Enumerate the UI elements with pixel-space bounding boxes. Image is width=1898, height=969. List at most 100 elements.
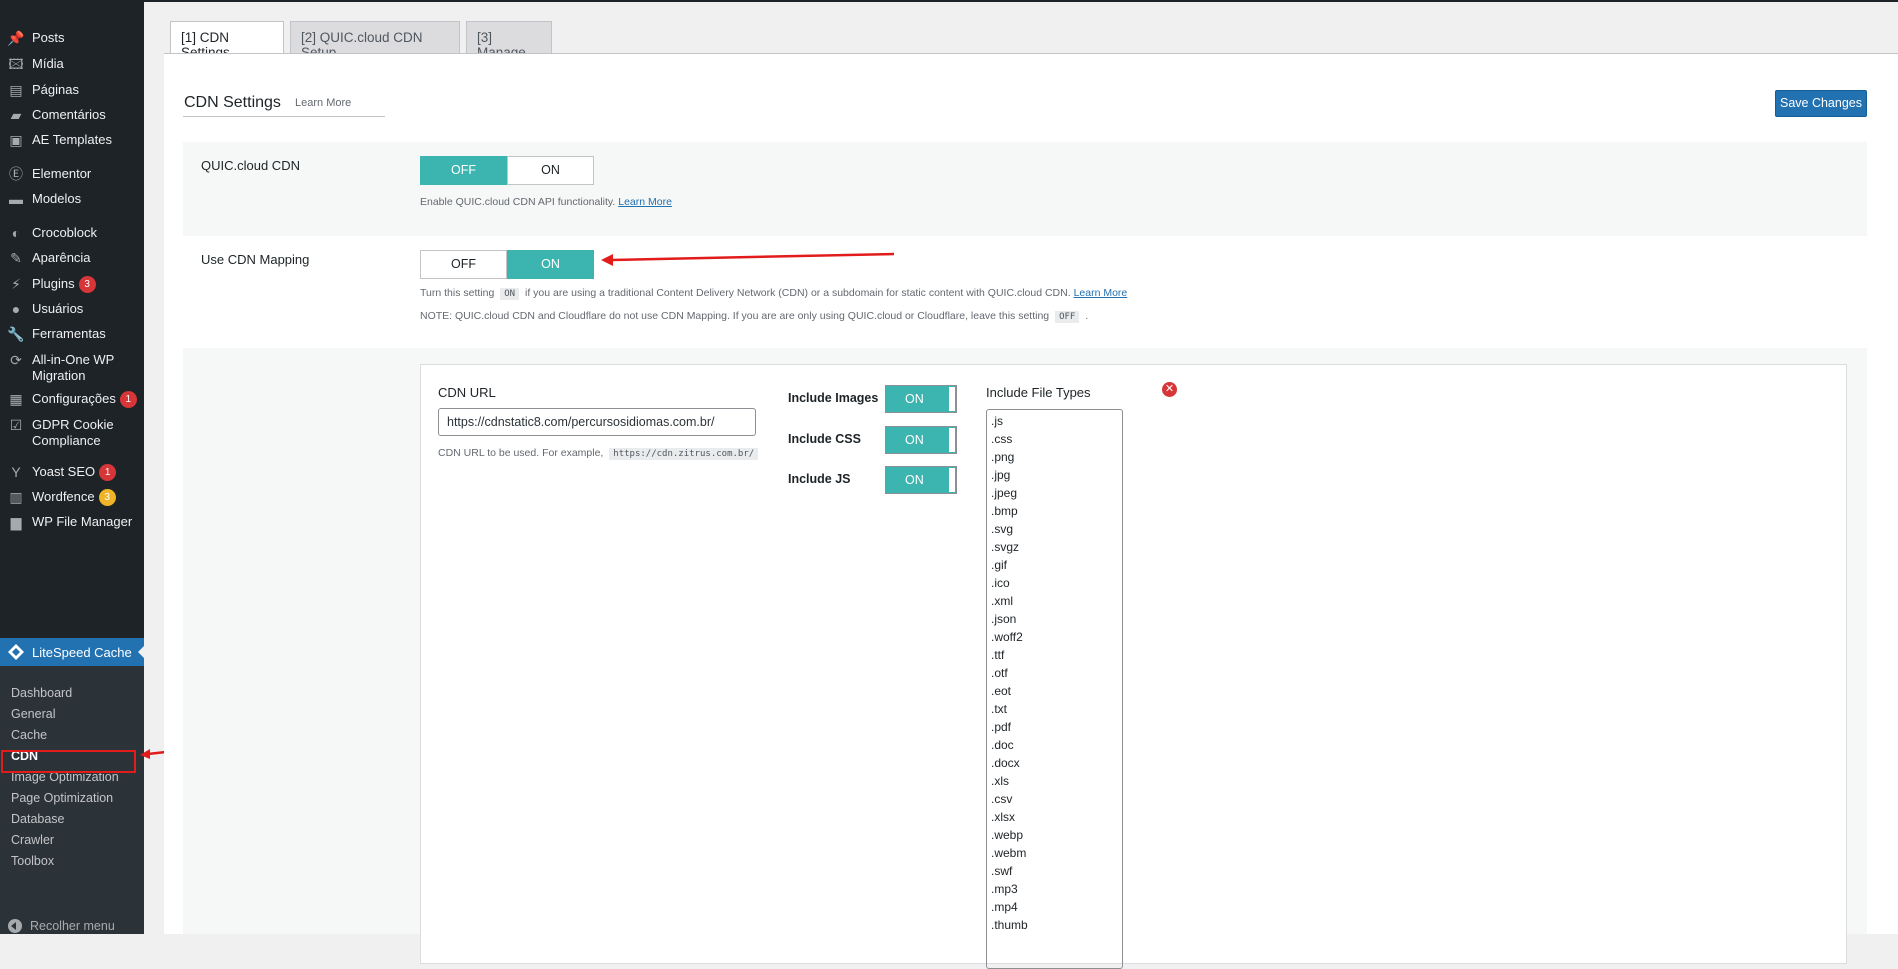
media-icon: 🖾 <box>8 56 24 72</box>
checkbox-icon: ☑ <box>9 417 23 433</box>
file-type-entry: .ico <box>991 576 1010 590</box>
main-content: [1] CDN Settings [2] QUIC.cloud CDN Setu… <box>144 0 1898 969</box>
sidebar-item-crocoblock[interactable]: ◐ Crocoblock <box>0 223 144 243</box>
annotation-arrow-mapping <box>601 252 895 266</box>
description-text: if you are using a traditional Content D… <box>525 287 1071 299</box>
code-on: ON <box>500 288 520 300</box>
toggle-off-option[interactable]: OFF <box>420 250 507 279</box>
include-css-toggle[interactable]: ON <box>885 426 957 454</box>
cdn-mapping-rule-box: CDN URL CDN URL to be used. For example,… <box>420 364 1847 969</box>
submenu-item-dashboard[interactable]: Dashboard <box>11 686 72 700</box>
learn-more-link[interactable]: Learn More <box>1074 287 1128 299</box>
submenu-item-toolbox[interactable]: Toolbox <box>11 854 54 868</box>
sidebar-item-label: Páginas <box>32 82 79 97</box>
sidebar-item-ferramentas[interactable]: 🔧 Ferramentas <box>0 324 144 344</box>
submenu-item-crawler[interactable]: Crawler <box>11 833 54 847</box>
help-text: CDN URL to be used. For example, <box>438 447 604 459</box>
sidebar-item-wordfence[interactable]: ▥ Wordfence 3 <box>0 487 144 507</box>
file-type-entry: .svg <box>991 522 1014 536</box>
cdn-mapping-note: NOTE: QUIC.cloud CDN and Cloudflare do n… <box>420 310 1088 323</box>
sidebar-item-plugins[interactable]: ⚡ Plugins 3 <box>0 274 144 294</box>
sidebar-item-usu-rios[interactable]: ● Usuários <box>0 299 144 319</box>
crocoblock-icon: ◐ <box>11 225 21 241</box>
sidebar-item-apar-ncia[interactable]: ✎ Aparência <box>0 248 144 268</box>
file-type-entry: .xlsx <box>991 810 1015 824</box>
note-text: . <box>1085 310 1089 322</box>
sidebar-item-m-dia[interactable]: 🖾 Mídia <box>0 54 144 74</box>
sidebar-item-label: Ferramentas <box>32 326 106 341</box>
collapse-icon <box>8 919 22 933</box>
update-count-badge: 3 <box>78 276 96 293</box>
tab-quic-cloud-setup[interactable]: [2] QUIC.cloud CDN Setup <box>290 21 460 60</box>
sidebar-item-yoast-seo[interactable]: Y Yoast SEO 1 <box>0 462 144 482</box>
submenu-item-general[interactable]: General <box>11 707 55 721</box>
cdn-url-example: https://cdn.zitrus.com.br/ <box>609 448 759 460</box>
litespeed-submenu: Dashboard General Cache CDN Image Optimizati… <box>0 666 144 934</box>
file-type-entry: .thumb <box>991 918 1028 932</box>
collapse-menu-button[interactable]: Recolher menu <box>8 919 115 933</box>
sidebar-item-label: Mídia <box>32 56 64 71</box>
sidebar-item-p-ginas[interactable]: ▤ Páginas <box>0 80 144 100</box>
sidebar-item-label: Comentários <box>32 107 106 122</box>
file-type-entry: .eot <box>991 684 1012 698</box>
file-type-entry: .xls <box>991 774 1009 788</box>
quic-cloud-cdn-toggle[interactable]: OFF ON <box>420 156 595 185</box>
sidebar-item-litespeed-cache[interactable]: LiteSpeed Cache <box>0 638 144 666</box>
sidebar-item-wp-file-manager[interactable]: ▆ WP File Manager <box>0 512 144 532</box>
description-text: Turn this setting <box>420 287 495 299</box>
include-images-toggle[interactable]: ON <box>885 385 957 413</box>
submenu-item-page-optimization[interactable]: Page Optimization <box>11 791 113 805</box>
note-text: NOTE: QUIC.cloud CDN and Cloudflare do n… <box>420 310 1050 322</box>
collapse-label: Recolher menu <box>30 919 115 933</box>
quic-cloud-cdn-row: QUIC.cloud CDN OFF ON Enable QUIC.cloud … <box>183 142 1867 236</box>
wrench-icon: 🔧 <box>7 326 25 342</box>
toggle-off-option[interactable]: OFF <box>420 156 507 185</box>
brush-icon: ✎ <box>10 250 22 266</box>
sidebar-item-label: Wordfence <box>32 489 95 504</box>
tab-manage[interactable]: [3] Manage <box>466 21 552 60</box>
sidebar-item-label: WP File Manager <box>32 514 133 529</box>
file-type-entry: .jpg <box>991 468 1011 482</box>
settings-icon: ▦ <box>9 391 23 407</box>
sidebar-item-configura-es[interactable]: ▦ Configurações 1 <box>0 389 144 409</box>
comment-icon: ▰ <box>10 107 22 123</box>
file-type-entry: .txt <box>991 702 1008 716</box>
include-js-toggle[interactable]: ON <box>885 466 957 494</box>
cdn-mapping-description: Turn this setting ON if you are using a … <box>420 287 1127 300</box>
sidebar-item-label: Usuários <box>32 301 84 316</box>
file-type-entry: .png <box>991 450 1015 464</box>
sidebar-item-gdpr-cookie-compliance[interactable]: ☑ GDPR Cookie Compliance <box>0 415 144 449</box>
template-icon: ▣ <box>9 132 23 148</box>
cdn-mapping-toggle[interactable]: OFF ON <box>420 250 595 279</box>
sidebar-item-elementor[interactable]: Ⓔ Elementor <box>0 164 144 184</box>
include-file-types-textarea[interactable]: .js .css .png .jpg .jpeg .bmp .svg .svgz .gif .ic… <box>986 409 1123 969</box>
litespeed-icon <box>6 642 26 662</box>
sidebar-item-posts[interactable]: 📌 Posts <box>0 28 144 48</box>
remove-mapping-icon[interactable]: ✕ <box>1162 382 1177 397</box>
sidebar-item-label: GDPR Cookie Compliance <box>32 417 114 448</box>
cdn-url-input[interactable] <box>438 408 756 436</box>
toggle-on-option[interactable]: ON <box>507 156 594 185</box>
sidebar-item-ae-templates[interactable]: ▣ AE Templates <box>0 130 144 150</box>
sidebar-item-label: Elementor <box>32 166 92 181</box>
settings-panel: CDN Settings Learn More Save Changes QUI… <box>164 54 1898 969</box>
submenu-item-cache[interactable]: Cache <box>11 728 47 742</box>
sidebar-item-coment-rios[interactable]: ▰ Comentários <box>0 105 144 125</box>
code-off: OFF <box>1055 311 1080 323</box>
save-changes-button[interactable]: Save Changes <box>1775 90 1867 117</box>
learn-more-link[interactable]: Learn More <box>618 196 672 208</box>
sidebar-item-label: Yoast SEO <box>32 464 96 479</box>
sidebar-item-label: Aparência <box>32 250 91 265</box>
sidebar-item-all-in-one-wp-migration[interactable]: ⟳ All-in-One WP Migration <box>0 350 144 384</box>
yoast-icon: Y <box>11 464 21 480</box>
file-type-entry: .webp <box>991 828 1024 842</box>
section-learn-more-link[interactable]: Learn More <box>295 97 351 109</box>
tab-cdn-settings[interactable]: [1] CDN Settings <box>170 21 284 60</box>
cdn-mapping-settings-row: CDN URL CDN URL to be used. For example,… <box>183 348 1867 969</box>
file-type-entry: .mp3 <box>991 882 1018 896</box>
submenu-item-database[interactable]: Database <box>11 812 65 826</box>
cdn-mapping-row: Use CDN Mapping OFF ON Turn this setting… <box>183 236 1867 336</box>
sidebar-item-modelos[interactable]: ▬ Modelos <box>0 189 144 209</box>
toggle-on-option[interactable]: ON <box>507 250 594 279</box>
description-text: Enable QUIC.cloud CDN API functionality. <box>420 196 616 208</box>
